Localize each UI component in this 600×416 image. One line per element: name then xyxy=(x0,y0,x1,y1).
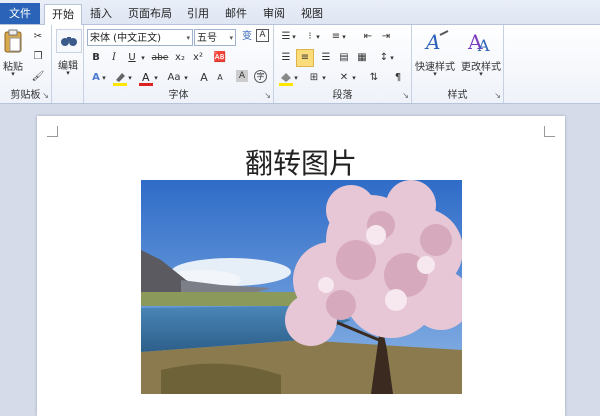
paragraph-group-label: 段落 xyxy=(332,90,353,101)
chevron-down-icon[interactable]: ▾ xyxy=(126,70,134,86)
strikethrough-button[interactable]: abe xyxy=(150,50,170,66)
font-size-combo[interactable]: 五号 ▾ xyxy=(194,29,236,46)
align-right-icon[interactable]: ☰ xyxy=(318,50,334,66)
ribbon-tab-bar: 文件 开始 插入 页面布局 引用 邮件 审阅 视图 xyxy=(0,0,600,26)
tab-insert[interactable]: 插入 xyxy=(86,4,116,24)
phonetic-guide-icon[interactable]: 变 xyxy=(239,29,255,45)
file-tab[interactable]: 文件 xyxy=(0,3,40,24)
chevron-down-icon[interactable]: ▾ xyxy=(100,70,108,86)
superscript-button[interactable]: x² xyxy=(190,50,206,66)
tab-home[interactable]: 开始 xyxy=(44,4,82,26)
font-group: 宋体 (中文正文) ▾ 五号 ▾ 变 A B I U ▾ abe x₂ x² 🆎… xyxy=(84,25,274,103)
editing-group: 编辑 ▾ xyxy=(52,25,84,103)
dialog-launcher-icon[interactable]: ↘ xyxy=(402,91,409,100)
document-page[interactable]: 翻转图片 xyxy=(37,116,565,416)
chevron-down-icon[interactable]: ▾ xyxy=(138,50,148,66)
quick-styles-icon[interactable]: A xyxy=(422,29,450,58)
chevron-down-icon[interactable]: ▾ xyxy=(430,70,440,78)
clipboard-icon xyxy=(4,29,22,53)
margin-corner-mark xyxy=(544,126,555,137)
dialog-launcher-icon[interactable]: ↘ xyxy=(494,91,501,100)
chevron-down-icon[interactable]: ▾ xyxy=(182,70,190,86)
ribbon: 粘贴 ▾ ✂ ❐ 🖌 剪贴板 ↘ 编辑 ▾ 宋体 (中文正文) ▾ 五号 ▾ 变… xyxy=(0,25,600,104)
chevron-down-icon[interactable]: ▾ xyxy=(320,70,328,86)
chevron-down-icon[interactable]: ▾ xyxy=(388,50,396,66)
chevron-down-icon[interactable]: ▾ xyxy=(476,70,486,78)
landscape-photo xyxy=(141,180,462,394)
paragraph-group: ☰ ▾ ⁝ ▾ ≡ ▾ ⇤ ⇥ ☰ ≡ ☰ ▤ ▦ ↕ ▾ ▾ ⊞ ▾ ✕ ▾ … xyxy=(274,25,412,103)
find-binoculars-icon[interactable] xyxy=(56,29,82,53)
chevron-down-icon[interactable]: ▾ xyxy=(290,29,298,45)
tab-review[interactable]: 审阅 xyxy=(260,4,288,24)
binoculars-icon xyxy=(61,37,77,46)
decrease-indent-icon[interactable]: ⇤ xyxy=(360,29,376,45)
distributed-icon[interactable]: ▦ xyxy=(354,50,370,66)
document-area: 翻转图片 xyxy=(0,104,600,416)
chevron-down-icon[interactable]: ▾ xyxy=(314,29,322,45)
grow-font-button[interactable]: A xyxy=(196,70,212,86)
chevron-down-icon[interactable]: ▾ xyxy=(8,70,18,78)
font-name-combo[interactable]: 宋体 (中文正文) ▾ xyxy=(87,29,193,46)
chevron-down-icon[interactable]: ▾ xyxy=(340,29,348,45)
bold-button[interactable]: B xyxy=(88,50,104,66)
chevron-down-icon: ▾ xyxy=(229,34,233,42)
change-case-button[interactable]: Aa xyxy=(164,70,184,86)
font-group-label: 字体 xyxy=(168,90,189,101)
align-left-icon[interactable]: ☰ xyxy=(278,50,294,66)
character-border-icon[interactable]: A xyxy=(256,29,269,42)
subscript-button[interactable]: x₂ xyxy=(172,50,188,66)
chevron-down-icon: ▾ xyxy=(186,34,190,42)
svg-text:A: A xyxy=(477,36,490,55)
font-size-value: 五号 xyxy=(197,33,217,44)
chevron-down-icon[interactable]: ▾ xyxy=(350,70,358,86)
styles-group: A 快速样式 ▾ A A 更改样式 ▾ 样式 ↘ xyxy=(412,25,504,103)
document-title[interactable]: 翻转图片 xyxy=(37,142,565,182)
font-name-value: 宋体 (中文正文) xyxy=(90,33,161,44)
paste-button[interactable] xyxy=(2,29,24,58)
align-center-icon[interactable]: ≡ xyxy=(296,49,314,67)
change-styles-a-icon: A A xyxy=(467,30,490,55)
sort-icon[interactable]: ⇅ xyxy=(366,70,382,86)
svg-text:A: A xyxy=(142,71,150,84)
tab-references[interactable]: 引用 xyxy=(184,4,212,24)
character-shading-icon[interactable]: A xyxy=(236,70,248,82)
italic-button[interactable]: I xyxy=(106,50,122,66)
svg-text:A: A xyxy=(424,30,440,54)
increase-indent-icon[interactable]: ⇥ xyxy=(378,29,394,45)
shrink-font-button[interactable]: A xyxy=(212,70,228,86)
clipboard-group: 粘贴 ▾ ✂ ❐ 🖌 剪贴板 ↘ xyxy=(0,25,52,103)
show-marks-icon[interactable]: ¶ xyxy=(390,70,406,86)
format-painter-icon[interactable]: 🖌 xyxy=(30,69,46,85)
tab-page-layout[interactable]: 页面布局 xyxy=(124,4,176,24)
change-styles-icon[interactable]: A A xyxy=(466,29,494,58)
margin-corner-mark xyxy=(47,126,58,137)
dialog-launcher-icon[interactable]: ↘ xyxy=(42,91,49,100)
tab-view[interactable]: 视图 xyxy=(298,4,326,24)
chevron-down-icon[interactable]: ▾ xyxy=(292,70,300,86)
document-image[interactable] xyxy=(141,180,462,394)
tab-mailings[interactable]: 邮件 xyxy=(222,4,250,24)
chevron-down-icon[interactable]: ▾ xyxy=(152,70,160,86)
cut-icon[interactable]: ✂ xyxy=(30,29,46,45)
dialog-launcher-icon[interactable]: ↘ xyxy=(264,91,271,100)
clear-format-icon[interactable]: 🆎 xyxy=(212,50,228,66)
justify-icon[interactable]: ▤ xyxy=(336,50,352,66)
enclose-character-icon[interactable]: 字 xyxy=(254,70,267,83)
copy-icon[interactable]: ❐ xyxy=(30,49,46,65)
chevron-down-icon[interactable]: ▾ xyxy=(63,69,73,77)
styles-group-label: 样式 xyxy=(447,90,468,101)
styles-a-icon: A xyxy=(424,30,449,54)
